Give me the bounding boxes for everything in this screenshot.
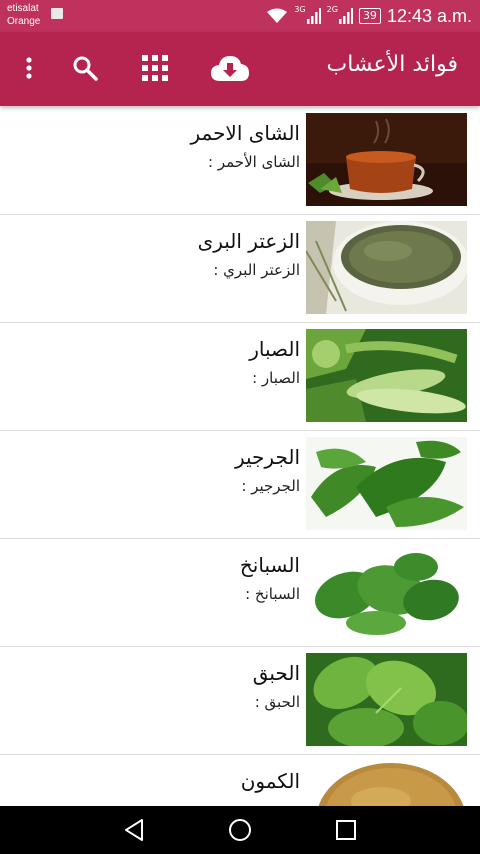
signal-icon-2 bbox=[338, 8, 353, 24]
back-button[interactable] bbox=[104, 806, 164, 854]
spinach-image bbox=[306, 545, 467, 638]
list-item[interactable]: الشاى الاحمر الشاى الأحمر : bbox=[0, 107, 480, 215]
item-title: الجرجير bbox=[234, 445, 300, 469]
list-item[interactable]: الكمون bbox=[0, 755, 480, 806]
item-title: الزعتر البرى bbox=[197, 229, 300, 253]
gallery-notification-icon bbox=[51, 8, 63, 19]
herb-list: الشاى الاحمر الشاى الأحمر : الزعتر البرى… bbox=[0, 107, 480, 806]
carrier-line-1: etisalat bbox=[7, 3, 39, 14]
app-title: فوائد الأعشاب bbox=[326, 52, 458, 77]
clock: 12:43 a.m. bbox=[386, 5, 472, 26]
grid-view-button[interactable] bbox=[137, 50, 173, 86]
home-icon bbox=[229, 819, 251, 841]
network-type-2: 2G bbox=[326, 4, 338, 14]
wifi-icon bbox=[267, 8, 288, 23]
list-item[interactable]: الصبار الصبار : bbox=[0, 323, 480, 431]
item-subtitle: الجرجير : bbox=[241, 477, 300, 495]
list-item[interactable]: الجرجير الجرجير : bbox=[0, 431, 480, 539]
battery-level: 39 bbox=[358, 8, 381, 24]
item-title: الشاى الاحمر bbox=[190, 121, 300, 145]
status-right: 3G 2G 39 12:43 a.m. bbox=[266, 0, 472, 32]
item-subtitle: الصبار : bbox=[252, 369, 300, 387]
back-icon bbox=[125, 819, 143, 841]
list-item[interactable]: الحبق الحبق : bbox=[0, 647, 480, 755]
list-item[interactable]: السبانخ السبانخ : bbox=[0, 539, 480, 647]
network-type-1: 3G bbox=[294, 4, 306, 14]
carrier-line-2: Orange bbox=[7, 16, 41, 27]
item-title: الكمون bbox=[240, 769, 300, 793]
navigation-bar bbox=[0, 806, 480, 854]
grid-icon bbox=[142, 55, 168, 81]
item-subtitle: الحبق : bbox=[254, 693, 300, 711]
app-bar: فوائد الأعشاب bbox=[0, 32, 480, 106]
basil-image bbox=[306, 653, 467, 746]
signal-icon bbox=[306, 8, 321, 24]
item-title: الحبق bbox=[252, 661, 300, 685]
red-tea-image bbox=[306, 113, 467, 206]
download-button[interactable] bbox=[208, 50, 252, 86]
item-subtitle: الشاى الأحمر : bbox=[208, 153, 300, 171]
item-subtitle: الزعتر البري : bbox=[213, 261, 300, 279]
item-subtitle: السبانخ : bbox=[245, 585, 300, 603]
list-item[interactable]: الزعتر البرى الزعتر البري : bbox=[0, 215, 480, 323]
cumin-image bbox=[306, 761, 467, 806]
wild-thyme-image bbox=[306, 221, 467, 314]
recents-icon bbox=[336, 820, 356, 840]
recents-button[interactable] bbox=[316, 806, 376, 854]
home-button[interactable] bbox=[210, 806, 270, 854]
search-icon bbox=[73, 56, 98, 81]
overflow-menu-icon bbox=[26, 57, 32, 79]
overflow-menu-button[interactable] bbox=[11, 50, 47, 86]
item-title: السبانخ bbox=[239, 553, 300, 577]
status-bar: etisalat Orange 3G 2G 39 12:43 a.m. bbox=[0, 0, 480, 32]
aloe-vera-image bbox=[306, 329, 467, 422]
cloud-download-icon bbox=[211, 56, 249, 81]
arugula-image bbox=[306, 437, 467, 530]
search-button[interactable] bbox=[67, 50, 103, 86]
item-title: الصبار bbox=[249, 337, 300, 361]
carrier-label: etisalat Orange bbox=[7, 2, 40, 28]
